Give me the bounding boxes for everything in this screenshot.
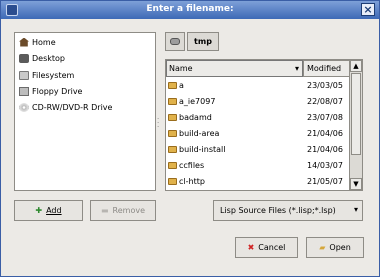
place-label: Filesystem [32,70,75,80]
file-list: Name ▾ Modified a 23/03/05 a_ie7097 22/0… [165,59,363,191]
chevron-down-icon: ▾ [353,205,358,214]
folder-icon [168,146,177,153]
file-name: cl-http [179,177,205,186]
close-icon: × [363,3,373,16]
scrollbar-thumb[interactable] [351,73,361,155]
folder-icon [168,82,177,89]
file-name: build-install [179,145,226,154]
table-row[interactable]: a 23/03/05 [166,79,350,94]
close-button[interactable]: × [361,3,375,16]
folder-icon [168,162,177,169]
scroll-down-icon[interactable]: ▼ [350,178,362,190]
file-modified: 22/08/07 [307,97,343,106]
pane-splitter-handle[interactable]: · · · [157,116,161,131]
file-modified: 21/04/06 [307,129,343,138]
window-title: Enter a filename: [146,4,234,14]
cancel-icon: ✖ [247,243,255,252]
add-button[interactable]: ✚ Add [14,200,83,221]
file-modified: 23/07/08 [307,113,343,122]
scroll-up-icon[interactable]: ▲ [350,60,362,72]
cancel-button[interactable]: ✖ Cancel [235,237,298,258]
table-row[interactable]: build-install 21/04/06 [166,143,350,158]
column-header-modified[interactable]: Modified [303,60,350,77]
table-row[interactable]: badamd 23/07/08 [166,111,350,126]
column-header-name-label: Name [169,64,193,73]
filesystem-icon [19,70,29,80]
file-name: a [179,81,184,90]
path-root-button[interactable] [165,32,185,51]
open-button-label: Open [329,243,351,252]
plus-icon: ✚ [35,206,43,215]
file-modified: 23/03/05 [307,81,343,90]
place-filesystem[interactable]: Filesystem [19,69,74,81]
file-modified: 21/05/07 [307,177,343,186]
file-modified: 21/04/06 [307,145,343,154]
file-chooser-dialog: Enter a filename: × Home Desktop Filesys… [0,0,380,277]
file-name: a_ie7097 [179,97,216,106]
folder-icon [168,130,177,137]
place-floppy[interactable]: Floppy Drive [19,85,82,97]
file-type-filter-value: Lisp Source Files (*.lisp;*.lsp) [220,206,336,215]
place-label: Desktop [32,53,65,63]
cancel-button-label: Cancel [258,243,286,252]
path-current-button[interactable]: tmp [187,32,219,51]
add-button-label: Add [46,206,62,215]
place-home[interactable]: Home [19,36,56,48]
table-row[interactable]: cl-http 21/05/07 [166,175,350,190]
remove-button-label: Remove [112,206,146,215]
drive-icon [170,38,180,45]
title-bar[interactable]: Enter a filename: × [1,1,379,19]
table-row[interactable]: a_ie7097 22/08/07 [166,95,350,110]
column-header-modified-label: Modified [307,64,342,73]
place-label: Home [32,37,56,47]
file-name: ccfiles [179,161,205,170]
folder-icon [168,178,177,185]
file-name: badamd [179,113,212,122]
open-button[interactable]: ▰ Open [306,237,364,258]
remove-button[interactable]: ▬ Remove [90,200,156,221]
folder-open-icon: ▰ [319,243,326,252]
column-header-name[interactable]: Name ▾ [166,60,303,77]
place-desktop[interactable]: Desktop [19,52,65,64]
chevron-down-icon: ▾ [294,64,299,73]
places-pane: Home Desktop Filesystem Floppy Drive CD-… [14,32,156,191]
file-name: build-area [179,129,220,138]
table-row[interactable]: ccfiles 14/03/07 [166,159,350,174]
file-modified: 14/03/07 [307,161,343,170]
minus-icon: ▬ [100,206,109,215]
place-label: CD-RW/DVD-R Drive [32,102,113,112]
cd-icon [19,102,29,112]
folder-icon [168,98,177,105]
desktop-icon [19,53,29,63]
path-bar: tmp [165,32,221,51]
place-label: Floppy Drive [32,86,83,96]
place-cd-drive[interactable]: CD-RW/DVD-R Drive [19,101,112,113]
file-type-filter-select[interactable]: Lisp Source Files (*.lisp;*.lsp) ▾ [213,200,363,221]
table-row[interactable]: build-area 21/04/06 [166,127,350,142]
home-icon [19,37,29,47]
file-list-scrollbar[interactable]: ▲ ▼ [349,60,362,190]
floppy-icon [19,86,29,96]
folder-icon [168,114,177,121]
